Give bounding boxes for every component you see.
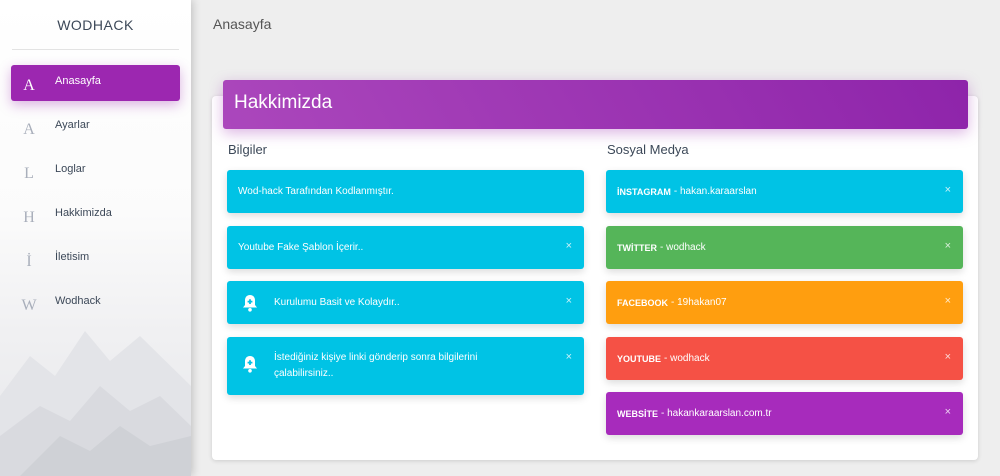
info-alert: Kurulumu Basit ve Kolaydır.. × xyxy=(227,281,584,324)
brand-logo[interactable]: WODHACK xyxy=(12,0,179,50)
sidebar-item-wodhack[interactable]: W Wodhack xyxy=(11,285,180,321)
sidebar: WODHACK A Anasayfa A Ayarlar L Loglar H … xyxy=(0,0,191,476)
page-title: Anasayfa xyxy=(213,16,272,32)
close-icon[interactable]: × xyxy=(566,351,572,363)
sidebar-item-letter: H xyxy=(23,209,35,226)
platform-value: - wodhack xyxy=(664,353,710,364)
social-alert-facebook: FACEBOOK - 19hakan07 × xyxy=(606,281,963,324)
sidebar-item-letter: İ xyxy=(26,253,32,270)
sidebar-item-letter: W xyxy=(21,297,37,314)
platform-value: - wodhack xyxy=(660,242,706,253)
bell-plus-icon xyxy=(243,294,257,312)
social-alert-instagram: İNSTAGRAM - hakan.karaarslan × xyxy=(606,170,963,213)
sidebar-item-letter: A xyxy=(23,121,35,138)
info-alert: Youtube Fake Şablon İçerir.. × xyxy=(227,226,584,269)
social-alert-website: WEBSİTE - hakankaraarslan.com.tr × xyxy=(606,392,963,435)
sidebar-item-label: Hakkimizda xyxy=(55,207,112,219)
social-alert-twitter: TWİTTER - wodhack × xyxy=(606,226,963,269)
platform-value: - hakankaraarslan.com.tr xyxy=(661,408,772,419)
platform-label: TWİTTER xyxy=(617,242,657,253)
platform-label: YOUTUBE xyxy=(617,353,662,364)
sidebar-item-iletisim[interactable]: İ İletisim xyxy=(11,241,180,277)
sosyal-medya-title: Sosyal Medya xyxy=(607,142,689,157)
card-header-title: Hakkimizda xyxy=(223,80,968,129)
sidebar-item-label: Loglar xyxy=(55,163,86,175)
platform-value: - hakan.karaarslan xyxy=(673,186,757,197)
sidebar-item-ayarlar[interactable]: A Ayarlar xyxy=(11,109,180,145)
close-icon[interactable]: × xyxy=(566,295,572,307)
sidebar-item-hakkimizda[interactable]: H Hakkimizda xyxy=(11,197,180,233)
sidebar-item-label: Ayarlar xyxy=(55,119,90,131)
bilgiler-title: Bilgiler xyxy=(228,142,268,157)
close-icon[interactable]: × xyxy=(945,184,951,196)
sidebar-item-anasayfa[interactable]: A Anasayfa xyxy=(11,65,180,101)
platform-value: - 19hakan07 xyxy=(671,297,727,308)
alert-text: İstediğiniz kişiye linki gönderip sonra … xyxy=(274,352,478,379)
platform-label: FACEBOOK xyxy=(617,297,669,308)
bell-plus-icon xyxy=(243,356,257,373)
info-alert: İstediğiniz kişiye linki gönderip sonra … xyxy=(227,337,584,395)
alert-text: Youtube Fake Şablon İçerir.. xyxy=(238,242,364,253)
social-alert-youtube: YOUTUBE - wodhack × xyxy=(606,337,963,380)
close-icon[interactable]: × xyxy=(945,406,951,418)
close-icon[interactable]: × xyxy=(566,240,572,252)
close-icon[interactable]: × xyxy=(945,295,951,307)
sidebar-item-label: Wodhack xyxy=(55,295,101,307)
alert-text: Kurulumu Basit ve Kolaydır.. xyxy=(274,297,400,308)
sidebar-item-loglar[interactable]: L Loglar xyxy=(11,153,180,189)
sidebar-item-label: Anasayfa xyxy=(55,75,101,87)
info-alert: Wod-hack Tarafından Kodlanmıştır. xyxy=(227,170,584,213)
alert-text: Wod-hack Tarafından Kodlanmıştır. xyxy=(238,186,394,197)
close-icon[interactable]: × xyxy=(945,351,951,363)
sidebar-item-label: İletisim xyxy=(55,251,90,263)
sidebar-item-letter: A xyxy=(23,77,35,94)
close-icon[interactable]: × xyxy=(945,240,951,252)
platform-label: İNSTAGRAM xyxy=(617,186,671,197)
sidebar-item-letter: L xyxy=(24,165,34,182)
platform-label: WEBSİTE xyxy=(617,408,659,419)
